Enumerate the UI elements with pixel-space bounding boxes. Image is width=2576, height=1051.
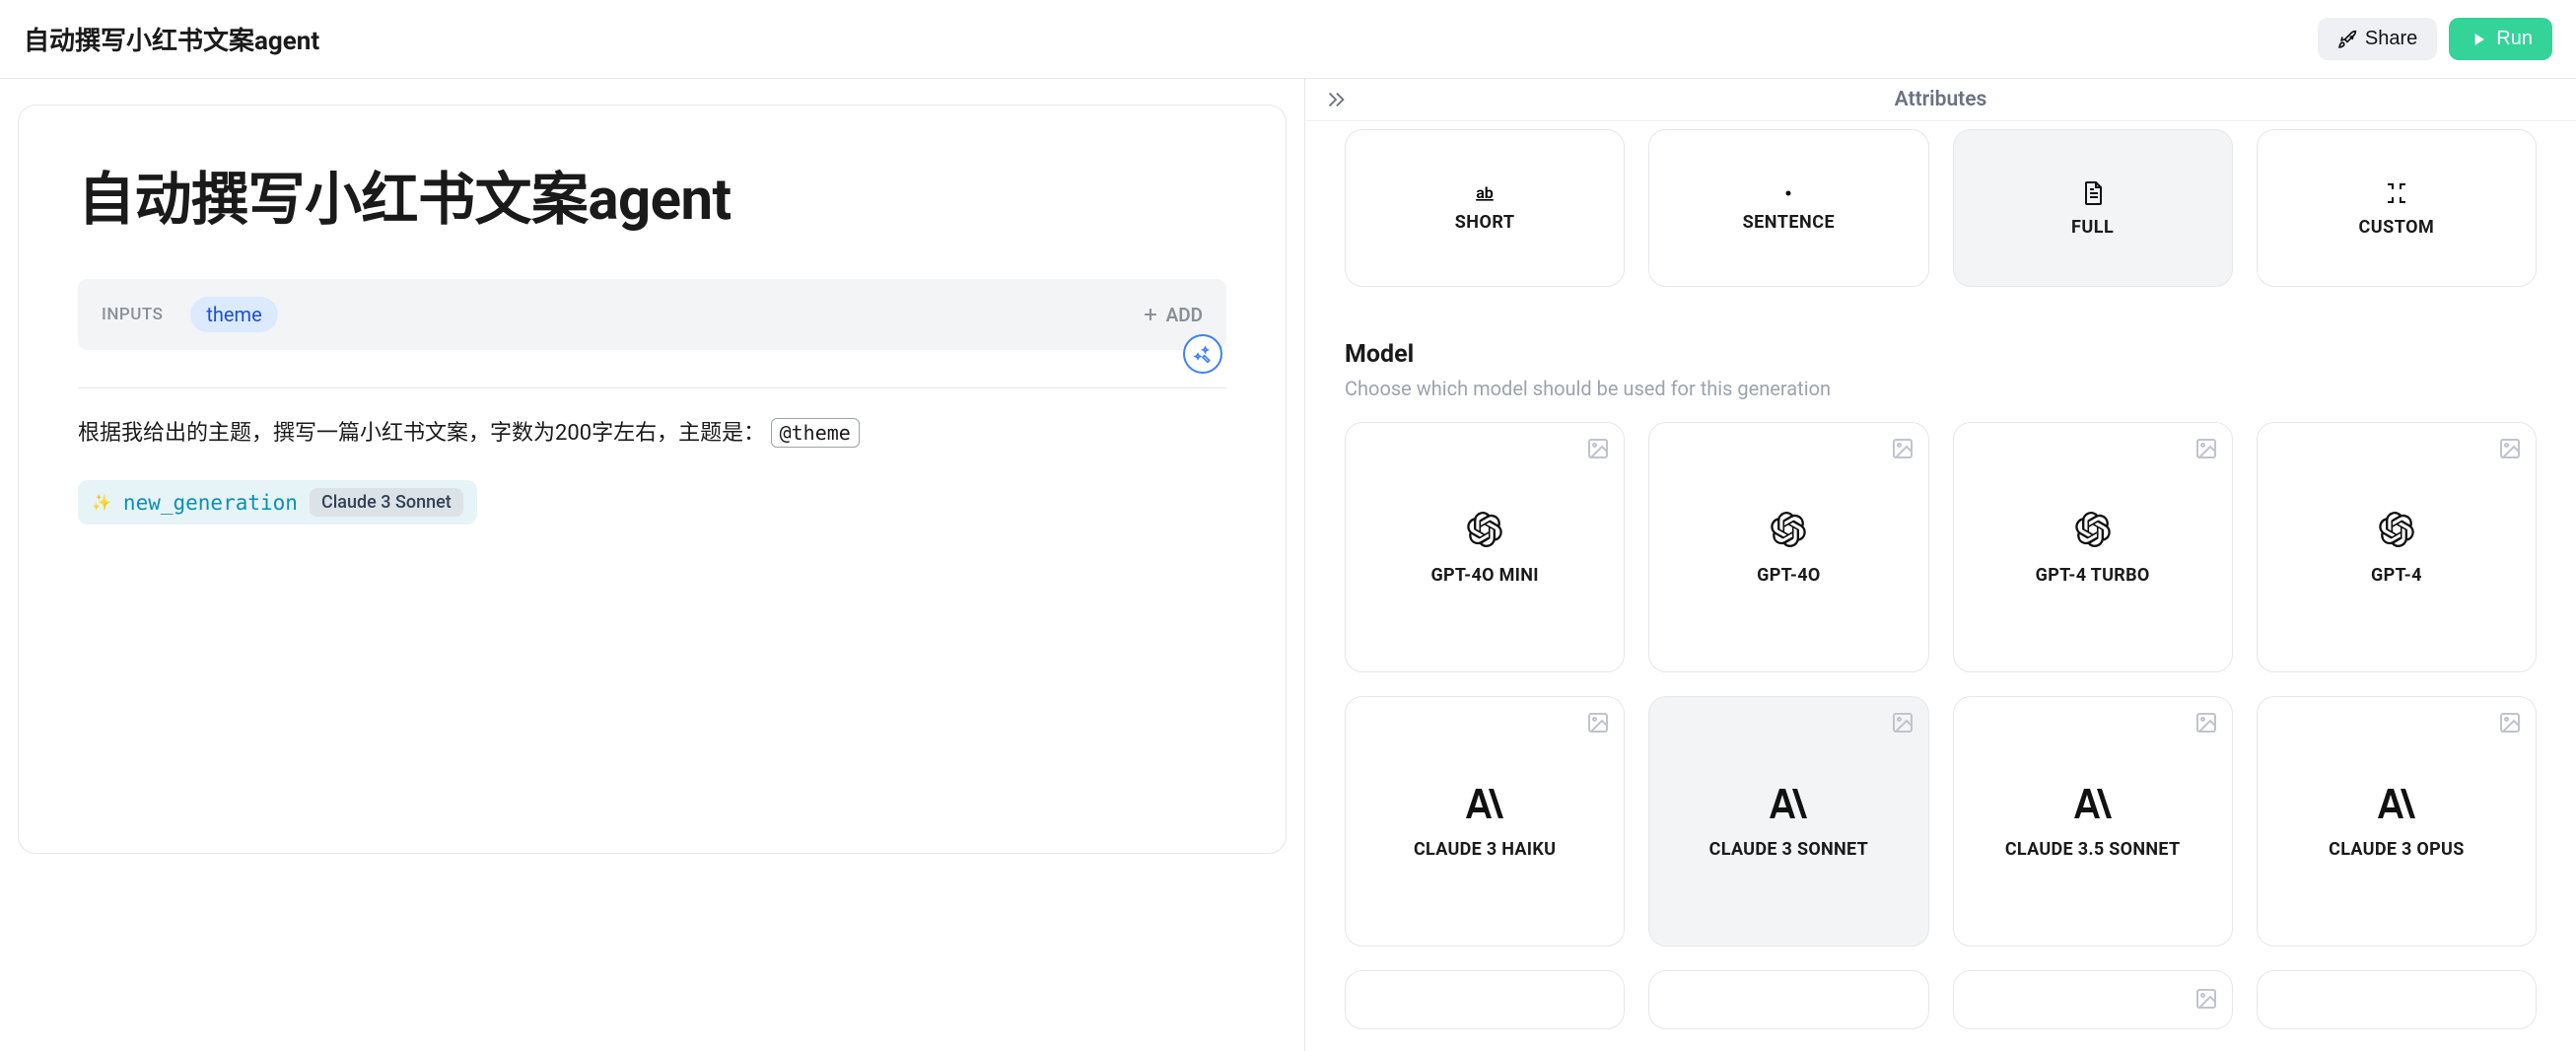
right-header: Attributes (1305, 79, 2576, 121)
image-icon (2194, 987, 2218, 1011)
option-label: CUSTOM (2358, 217, 2434, 238)
prompt-card: 自动撰写小红书文案agent INPUTS theme ADD (18, 105, 1287, 854)
openai-logo-icon (1465, 510, 1504, 549)
input-chip-theme[interactable]: theme (190, 297, 277, 332)
anthropic-logo-icon (2073, 784, 2113, 823)
generation-model-badge: Claude 3 Sonnet (310, 488, 463, 517)
model-card-placeholder[interactable] (1953, 970, 2233, 1029)
topbar: 自动撰写小红书文案agent Share Run (0, 0, 2576, 79)
image-icon (2498, 437, 2522, 460)
model-label: GPT-4 TURBO (2036, 565, 2150, 586)
short-icon: ab (1471, 184, 1498, 202)
inputs-left: INPUTS theme (102, 297, 278, 332)
openai-logo-icon (1769, 510, 1808, 549)
model-card-gpt-4[interactable]: GPT-4 (2257, 422, 2537, 672)
play-icon (2469, 30, 2488, 49)
model-label: GPT-4O MINI (1430, 565, 1538, 586)
right-pane: Attributes ab SHORT SENTENCE FULL CUSTOM Mod… (1304, 79, 2576, 1051)
image-icon (1586, 437, 1610, 460)
attributes-title: Attributes (1895, 88, 1987, 111)
run-button[interactable]: Run (2449, 18, 2552, 60)
run-label: Run (2496, 28, 2533, 50)
model-label: CLAUDE 3.5 SONNET (2005, 839, 2181, 860)
anthropic-logo-icon (1769, 784, 1808, 823)
topbar-actions: Share Run (2318, 18, 2552, 60)
model-card-placeholder[interactable] (1345, 970, 1625, 1029)
option-label: FULL (2071, 217, 2114, 238)
share-label: Share (2365, 28, 2417, 50)
svg-text:ab: ab (1476, 184, 1494, 202)
image-icon (1891, 437, 1915, 460)
prompt-mention[interactable]: @theme (771, 418, 860, 448)
openai-logo-icon (2377, 510, 2416, 549)
add-label: ADD (1166, 304, 1203, 326)
right-body: ab SHORT SENTENCE FULL CUSTOM Model Choose w… (1305, 121, 2576, 1051)
share-button[interactable]: Share (2318, 18, 2437, 60)
model-label: CLAUDE 3 HAIKU (1414, 839, 1556, 860)
generation-pill[interactable]: ✨ new_generation Claude 3 Sonnet (78, 480, 477, 525)
image-icon (2498, 711, 2522, 735)
openai-logo-icon (2073, 510, 2113, 549)
model-label: CLAUDE 3 SONNET (1709, 839, 1868, 860)
prompt-prefix: 根据我给出的主题，撰写一篇小红书文案，字数为200字左右，主题是： (78, 421, 765, 446)
model-card-placeholder[interactable] (2257, 970, 2537, 1029)
model-card-claude-3-opus[interactable]: CLAUDE 3 OPUS (2257, 696, 2537, 946)
wand-icon (1193, 344, 1213, 364)
inputs-bar: INPUTS theme ADD (78, 279, 1226, 350)
model-card-claude-3-haiku[interactable]: CLAUDE 3 HAIKU (1345, 696, 1625, 946)
model-label: GPT-4 (2371, 565, 2422, 586)
full-icon (2081, 179, 2105, 207)
model-section-title: Model (1345, 340, 2537, 369)
custom-icon (2383, 179, 2410, 207)
prompt-text[interactable]: 根据我给出的主题，撰写一篇小红书文案，字数为200字左右，主题是： @theme (78, 416, 1226, 451)
image-icon (1891, 711, 1915, 735)
option-label: SHORT (1455, 212, 1515, 233)
length-option-short[interactable]: ab SHORT (1345, 129, 1625, 287)
generation-name: new_generation (123, 491, 298, 515)
anthropic-logo-icon (2377, 784, 2416, 823)
model-card-claude-3.5-sonnet[interactable]: CLAUDE 3.5 SONNET (1953, 696, 2233, 946)
main: 自动撰写小红书文案agent INPUTS theme ADD (0, 79, 2576, 1051)
model-label: CLAUDE 3 OPUS (2329, 839, 2464, 860)
collapse-icon[interactable] (1325, 89, 1347, 110)
add-input-button[interactable]: ADD (1141, 304, 1203, 326)
plus-icon (1141, 305, 1160, 324)
length-option-sentence[interactable]: SENTENCE (1648, 129, 1928, 287)
page-title: 自动撰写小红书文案agent (24, 21, 319, 57)
magic-button[interactable] (1183, 334, 1222, 374)
model-card-gpt-4o-mini[interactable]: GPT-4O MINI (1345, 422, 1625, 672)
extra-row (1345, 970, 2537, 1029)
anthropic-logo-icon (1465, 784, 1504, 823)
sentence-icon (1775, 184, 1802, 202)
model-label: GPT-4O (1757, 565, 1820, 586)
model-section-sub: Choose which model should be used for th… (1345, 377, 2537, 400)
divider (78, 387, 1226, 388)
model-card-placeholder[interactable] (1648, 970, 1928, 1029)
rocket-icon (2337, 30, 2357, 49)
card-title: 自动撰写小红书文案agent (78, 153, 1226, 236)
length-options: ab SHORT SENTENCE FULL CUSTOM (1345, 129, 2537, 287)
length-option-custom[interactable]: CUSTOM (2257, 129, 2537, 287)
sparkle-icon: ✨ (92, 493, 111, 512)
model-card-gpt-4-turbo[interactable]: GPT-4 TURBO (1953, 422, 2233, 672)
option-label: SENTENCE (1743, 212, 1836, 233)
model-card-claude-3-sonnet[interactable]: CLAUDE 3 SONNET (1648, 696, 1928, 946)
model-grid: GPT-4O MINI GPT-4O GPT-4 TURBO GPT-4 CLAUDE … (1345, 422, 2537, 946)
inputs-label: INPUTS (102, 305, 163, 324)
left-pane: 自动撰写小红书文案agent INPUTS theme ADD (0, 79, 1304, 1051)
image-icon (2194, 437, 2218, 460)
length-option-full[interactable]: FULL (1953, 129, 2233, 287)
image-icon (1586, 711, 1610, 735)
image-icon (2194, 711, 2218, 735)
model-card-gpt-4o[interactable]: GPT-4O (1648, 422, 1928, 672)
